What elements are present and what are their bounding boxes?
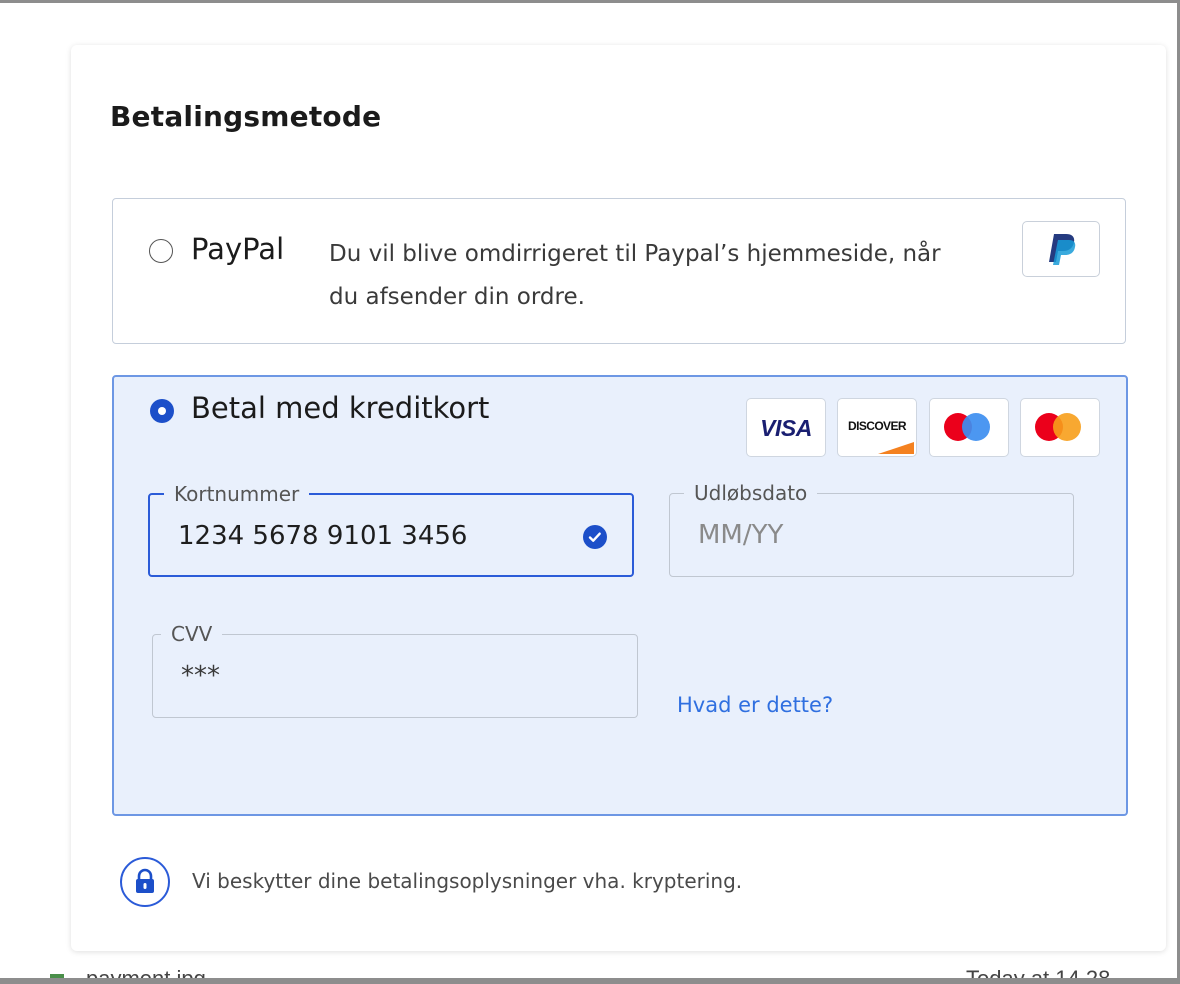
credit-card-option[interactable]: Betal med kreditkort VISA DISCOVER Kortn… — [112, 375, 1128, 816]
visa-logo-text: VISA — [760, 415, 812, 441]
payment-method-card: Betalingsmetode PayPal Du vil blive omdi… — [71, 45, 1166, 951]
discover-flash-shape — [878, 442, 914, 454]
window-frame-bottom — [0, 978, 1180, 984]
paypal-option[interactable]: PayPal Du vil blive omdirrigeret til Pay… — [112, 198, 1126, 344]
paypal-logo-icon — [1022, 221, 1100, 277]
cvv-label: CVV — [161, 622, 223, 646]
mastercard-logo-icon — [1020, 398, 1100, 457]
cvv-field[interactable]: CVV *** — [152, 622, 638, 718]
expiry-date-label: Udløbsdato — [684, 481, 818, 505]
cvv-input[interactable]: *** — [181, 659, 220, 693]
card-number-label: Kortnummer — [164, 482, 310, 506]
paypal-description: Du vil blive omdirrigeret til Paypal’s h… — [329, 241, 941, 310]
discover-logo-text: DISCOVER — [848, 419, 906, 433]
mastercard-orange-circle — [1053, 413, 1081, 441]
cvv-help-link[interactable]: Hvad er dette? — [677, 693, 833, 717]
paypal-label: PayPal — [191, 232, 285, 266]
discover-logo-icon: DISCOVER — [837, 398, 917, 457]
security-note-text: Vi beskytter dine betalingsoplysninger v… — [192, 869, 743, 893]
check-circle-icon — [583, 525, 607, 549]
visa-logo-icon: VISA — [746, 398, 826, 457]
card-number-input[interactable]: 1234 5678 9101 3456 — [178, 519, 467, 553]
credit-card-label: Betal med kreditkort — [191, 391, 490, 425]
window-frame-top — [0, 0, 1180, 3]
expiry-date-input[interactable]: MM/YY — [698, 518, 783, 552]
expiry-date-field[interactable]: Udløbsdato MM/YY — [669, 481, 1074, 577]
maestro-blue-circle — [962, 413, 990, 441]
maestro-logo-icon — [929, 398, 1009, 457]
credit-card-radio[interactable] — [150, 399, 174, 423]
lock-icon — [120, 857, 170, 907]
card-number-field[interactable]: Kortnummer 1234 5678 9101 3456 — [148, 482, 634, 577]
paypal-radio[interactable] — [149, 239, 173, 263]
page-title: Betalingsmetode — [110, 100, 382, 133]
